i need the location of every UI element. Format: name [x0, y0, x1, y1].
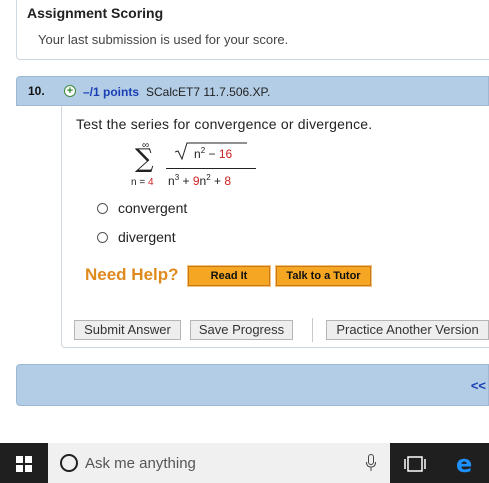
sum-lower-value: 4: [147, 177, 154, 188]
expand-plus-icon[interactable]: +: [64, 85, 76, 97]
radio-divergent[interactable]: [97, 232, 108, 243]
sum-lower-var: n =: [131, 177, 146, 188]
windows-start-icon[interactable]: [16, 456, 32, 472]
search-placeholder: Ask me anything: [85, 455, 196, 472]
practice-another-version-button[interactable]: Practice Another Version: [326, 320, 489, 340]
question-reference: SCalcET7 11.7.506.XP.: [146, 85, 271, 99]
question-nav-bar: <<: [16, 364, 489, 406]
submit-answer-button[interactable]: Submit Answer: [74, 320, 181, 340]
question-number: 10.: [28, 84, 45, 98]
radio-convergent[interactable]: [97, 203, 108, 214]
scoring-text: Your last submission is used for your sc…: [38, 32, 289, 47]
question-prompt: Test the series for convergence or diver…: [76, 116, 373, 132]
sum-lower-limit: n = 4: [131, 177, 154, 188]
den-var-a: n: [168, 174, 175, 188]
numerator-var: n: [194, 147, 201, 161]
den-op-1: +: [179, 174, 193, 188]
previous-link[interactable]: <<: [471, 378, 486, 393]
fraction-line: [166, 168, 256, 169]
numerator: n2 − 16: [194, 146, 232, 161]
series-expression: ∞ ∑ n = 4 n2 − 16 n3 + 9n2 + 8: [128, 140, 268, 192]
scoring-title: Assignment Scoring: [27, 5, 164, 21]
numerator-operator: −: [205, 147, 219, 161]
assignment-scoring-panel: Assignment Scoring Your last submission …: [16, 0, 489, 60]
need-help-label: Need Help?: [85, 265, 179, 284]
numerator-constant: 16: [218, 147, 233, 161]
cortana-circle-icon: [60, 454, 78, 472]
taskbar-search-box[interactable]: Ask me anything: [48, 443, 390, 483]
option-divergent[interactable]: divergent: [97, 229, 176, 245]
denominator: n3 + 9n2 + 8: [168, 173, 231, 188]
den-coef-b: 9: [192, 174, 200, 188]
talk-to-tutor-button[interactable]: Talk to a Tutor: [275, 265, 372, 287]
question-points[interactable]: –/1 points: [83, 85, 139, 99]
button-separator: [312, 318, 313, 342]
option-convergent[interactable]: convergent: [97, 200, 187, 216]
read-it-button[interactable]: Read It: [187, 265, 271, 287]
sigma-symbol: ∑: [135, 144, 154, 174]
den-op-2: +: [210, 174, 225, 188]
edge-browser-icon[interactable]: e: [456, 450, 472, 478]
option-convergent-label: convergent: [118, 200, 188, 216]
question-body: [61, 106, 489, 348]
den-constant: 8: [224, 174, 232, 188]
microphone-icon[interactable]: [366, 454, 376, 472]
question-header: 10. + –/1 points SCalcET7 11.7.506.XP.: [16, 76, 489, 106]
taskbar: Ask me anything e: [0, 443, 489, 483]
option-divergent-label: divergent: [118, 229, 176, 245]
save-progress-button[interactable]: Save Progress: [190, 320, 293, 340]
task-view-icon[interactable]: [404, 456, 426, 472]
